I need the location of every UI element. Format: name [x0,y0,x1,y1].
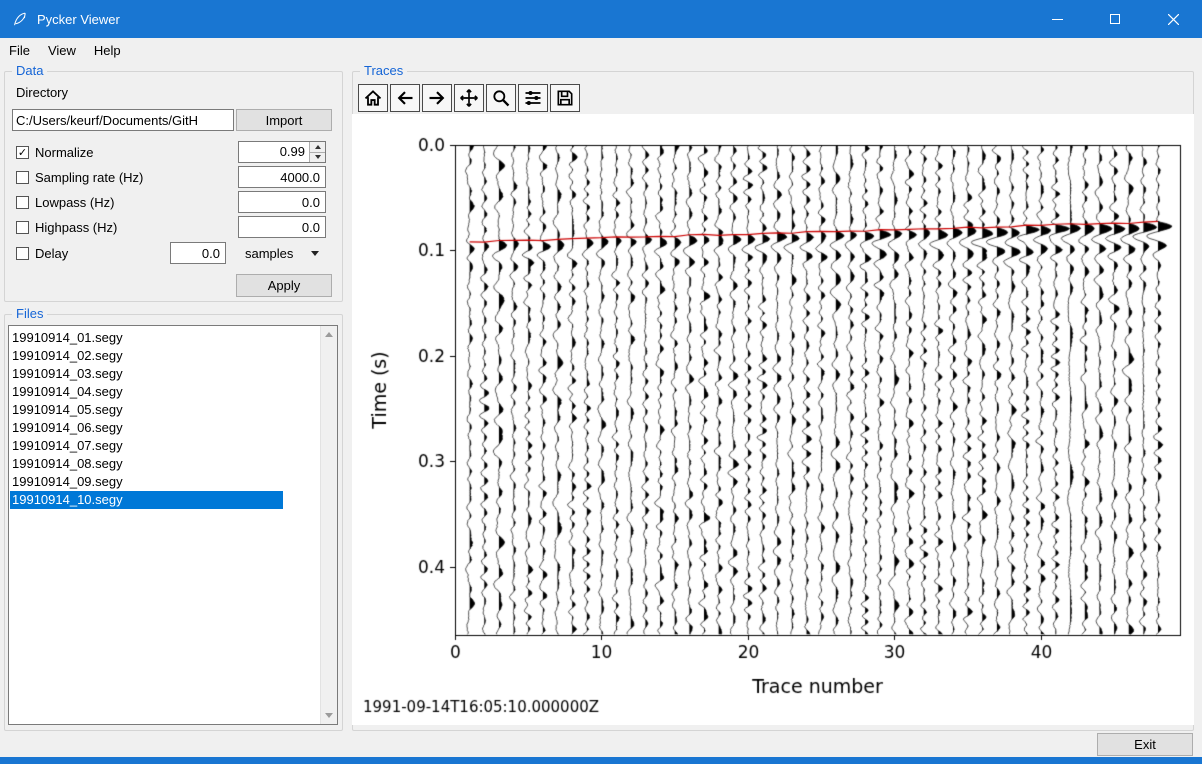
sampling-rate-checkbox[interactable] [16,171,29,184]
file-item[interactable]: 19910914_09.segy [10,473,283,491]
highpass-label: Highpass (Hz) [35,220,118,235]
scroll-down-button[interactable] [321,707,337,724]
pan-button[interactable] [454,84,484,112]
lowpass-value: 0.0 [301,194,320,210]
file-list-items: 19910914_01.segy 19910914_02.segy 19910914… [10,329,319,723]
app-logo-feather-icon [14,12,26,25]
configure-button[interactable] [518,84,548,112]
zoom-icon [491,88,511,108]
file-item[interactable]: 19910914_10.segy [10,491,283,509]
traces-plot-canvas[interactable] [352,114,1194,725]
window-title: Pycker Viewer [37,11,120,27]
import-button[interactable]: Import [236,109,332,131]
file-item[interactable]: 19910914_07.segy [10,437,283,455]
file-item[interactable]: 19910914_01.segy [10,329,283,347]
file-item[interactable]: 19910914_08.segy [10,455,283,473]
zoom-button[interactable] [486,84,516,112]
scroll-up-button[interactable] [321,326,337,343]
file-list[interactable]: 19910914_01.segy 19910914_02.segy 19910914… [8,325,338,725]
files-group-title: Files [12,306,48,321]
lowpass-field[interactable]: 0.0 [238,191,326,213]
apply-button[interactable]: Apply [236,274,332,297]
spin-down-icon [314,155,321,160]
file-item[interactable]: 19910914_05.segy [10,401,283,419]
spin-down-button[interactable] [310,152,325,162]
home-icon [363,88,383,108]
delay-value: 0.0 [201,245,220,261]
lowpass-label: Lowpass (Hz) [35,195,115,210]
maximize-icon [1110,14,1120,24]
menu-file[interactable]: File [0,39,39,62]
normalize-label: Normalize [35,145,94,160]
window-controls [1028,0,1202,38]
delay-checkbox[interactable] [16,247,29,260]
highpass-checkbox[interactable] [16,221,29,234]
normalize-spinbox-value: 0.99 [279,144,305,159]
forward-icon [427,88,447,108]
delay-field[interactable]: 0.0 [170,242,226,264]
scroll-down-icon [325,713,333,718]
normalize-checkbox[interactable] [16,146,29,159]
home-button[interactable] [358,84,388,112]
menu-help[interactable]: Help [85,39,130,62]
sampling-rate-value: 4000.0 [280,169,320,185]
highpass-value: 0.0 [301,219,320,235]
delay-unit-value: samples [245,245,294,261]
window-bottom-edge [0,757,1202,764]
directory-label: Directory [16,85,69,100]
exit-button[interactable]: Exit [1097,733,1193,756]
directory-input[interactable]: C:/Users/keurf/Documents/GitH [12,109,234,131]
normalize-spinbox[interactable]: 0.99 [238,141,326,163]
forward-button[interactable] [422,84,452,112]
scroll-up-icon [325,332,333,337]
app-window: Pycker Viewer File View Help Data Direct… [0,0,1202,764]
menu-view[interactable]: View [39,39,85,62]
sampling-rate-field[interactable]: 4000.0 [238,166,326,188]
sampling-rate-label: Sampling rate (Hz) [35,170,144,185]
file-item[interactable]: 19910914_02.segy [10,347,283,365]
configure-icon [523,88,543,108]
back-icon [395,88,415,108]
close-button[interactable] [1144,0,1202,38]
data-group-title: Data [12,63,48,78]
save-icon [555,88,575,108]
menubar: File View Help [0,38,1202,63]
spin-up-button[interactable] [310,142,325,153]
close-icon [1167,13,1179,25]
minimize-button[interactable] [1028,0,1086,38]
lowpass-checkbox[interactable] [16,196,29,209]
delay-label: Delay [35,246,69,261]
highpass-field[interactable]: 0.0 [238,216,326,238]
chevron-down-icon [311,250,319,256]
delay-unit-combobox[interactable]: samples [238,242,326,264]
file-list-scrollbar[interactable] [320,326,337,724]
spin-up-icon [314,144,321,149]
traces-group-title: Traces [360,63,408,78]
file-item[interactable]: 19910914_03.segy [10,365,283,383]
save-button[interactable] [550,84,580,112]
directory-input-value: C:/Users/keurf/Documents/GitH [16,112,199,128]
plot-toolbar [358,84,580,112]
pan-icon [459,88,479,108]
file-item[interactable]: 19910914_06.segy [10,419,283,437]
file-item[interactable]: 19910914_04.segy [10,383,283,401]
back-button[interactable] [390,84,420,112]
titlebar[interactable]: Pycker Viewer [0,0,1202,38]
minimize-icon [1051,18,1063,20]
maximize-button[interactable] [1086,0,1144,38]
spinbox-buttons [309,142,325,162]
